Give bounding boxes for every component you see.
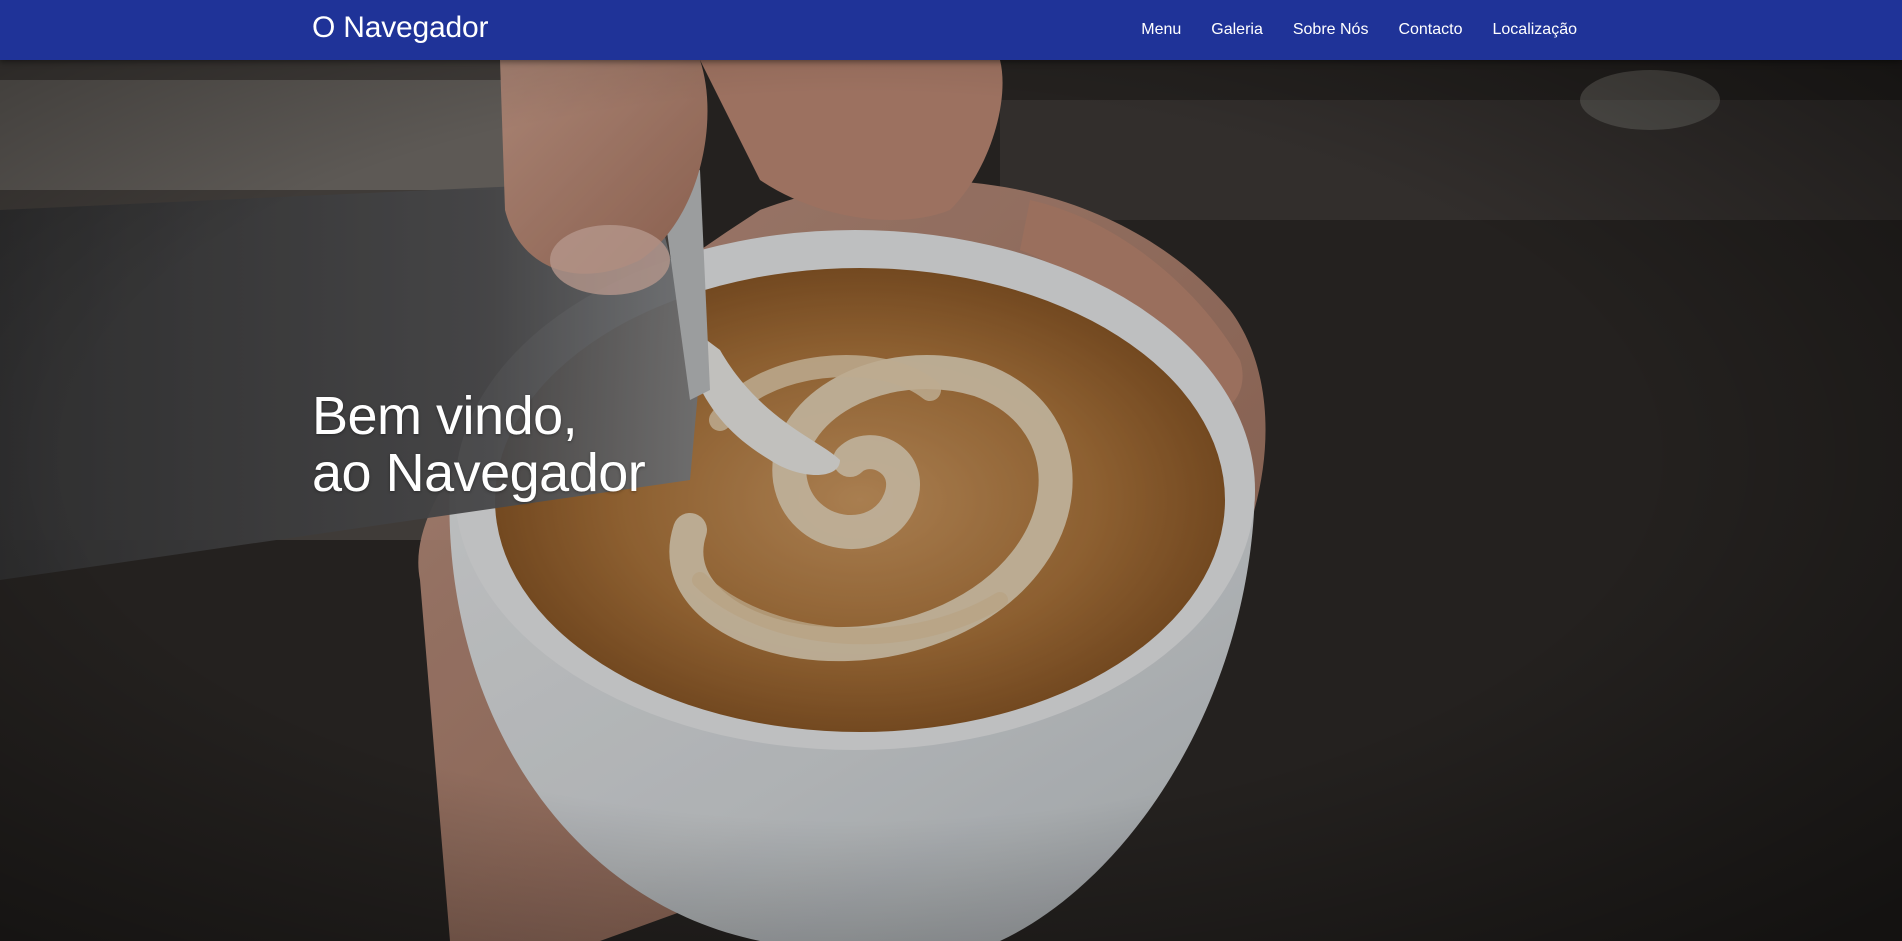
- nav-link-menu[interactable]: Menu: [1141, 21, 1181, 38]
- nav-item-sobre-nos: Sobre Nós: [1293, 20, 1369, 40]
- hero-heading-line-1: Bem vindo,: [312, 386, 578, 446]
- nav-item-localizacao: Localização: [1493, 20, 1578, 40]
- nav-links: Menu Galeria Sobre Nós Contacto Localiza…: [1141, 0, 1577, 60]
- nav-item-galeria: Galeria: [1211, 20, 1263, 40]
- navbar: O Navegador Menu Galeria Sobre Nós Conta…: [0, 0, 1902, 60]
- nav-link-localizacao[interactable]: Localização: [1493, 21, 1578, 38]
- page: O Navegador Menu Galeria Sobre Nós Conta…: [0, 0, 1902, 941]
- hero-heading-line-2: ao Navegador: [312, 443, 646, 503]
- hero-background-image: [0, 60, 1902, 941]
- nav-link-contacto[interactable]: Contacto: [1398, 21, 1462, 38]
- hero-section: Bem vindo, ao Navegador: [0, 60, 1902, 941]
- hero-heading: Bem vindo, ao Navegador: [312, 386, 646, 503]
- brand-logo-link[interactable]: O Navegador: [312, 10, 488, 46]
- nav-link-sobre-nos[interactable]: Sobre Nós: [1293, 21, 1369, 38]
- nav-link-galeria[interactable]: Galeria: [1211, 21, 1263, 38]
- nav-item-menu: Menu: [1141, 20, 1181, 40]
- nav-item-contacto: Contacto: [1398, 20, 1462, 40]
